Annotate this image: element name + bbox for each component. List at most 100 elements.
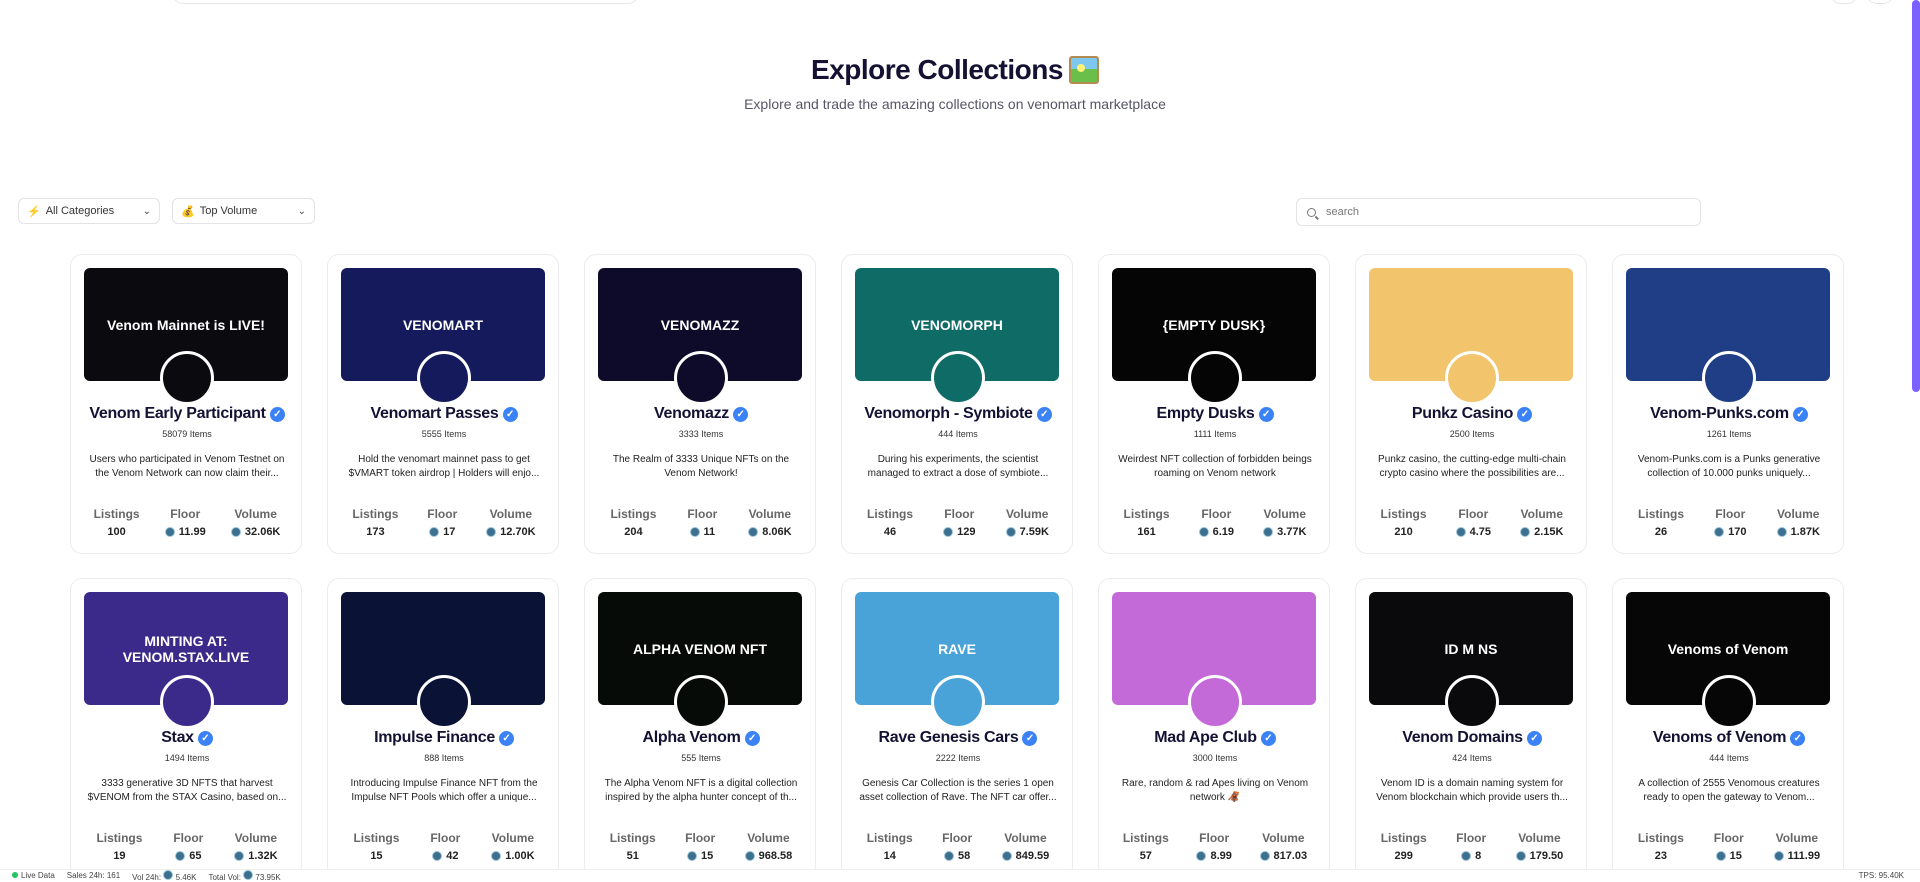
stat-floor: Floor 6.19 xyxy=(1198,507,1234,538)
collection-stats: Listings 26 Floor 170 Volume 1.87K xyxy=(1623,507,1835,538)
stat-floor: Floor 4.75 xyxy=(1455,507,1491,538)
stat-volume: Volume 817.03 xyxy=(1259,831,1307,862)
verified-badge-icon: ✓ xyxy=(1258,406,1274,422)
search-box[interactable] xyxy=(1296,198,1701,226)
collection-card[interactable]: Venom Mainnet is LIVE! Venom Early Parti… xyxy=(70,254,302,554)
collection-card[interactable]: Mad Ape Club ✓ 3000 Items Rare, random & … xyxy=(1098,578,1330,878)
collection-card[interactable]: VENOMAZZ Venomazz ✓ 3333 Items The Realm … xyxy=(584,254,816,554)
collection-name[interactable]: Rave Genesis Cars ✓ xyxy=(842,729,1074,747)
collection-card[interactable]: RAVE Rave Genesis Cars ✓ 2222 Items Genes… xyxy=(841,578,1073,878)
collection-description: Rare, random & rad Apes living on Venom … xyxy=(1121,778,1309,803)
banner-text: VENOMART xyxy=(402,316,484,333)
stat-volume: Volume 7.59K xyxy=(1005,507,1049,538)
collection-avatar xyxy=(417,675,471,729)
collection-name[interactable]: Venomazz ✓ xyxy=(585,405,817,423)
collection-description: Venom ID is a domain naming system for V… xyxy=(1376,778,1568,803)
collection-avatar xyxy=(1445,675,1499,729)
collection-card[interactable]: Venoms of Venom Venoms of Venom ✓ 444 Ite… xyxy=(1612,578,1844,878)
collection-card[interactable]: VENOMORPH Venomorph - Symbiote ✓ 444 Item… xyxy=(841,254,1073,554)
venom-coin-icon xyxy=(1196,851,1207,861)
banner-text: MINTING AT: VENOM.STAX.LIVE xyxy=(122,632,250,665)
scrollbar-thumb[interactable] xyxy=(1912,0,1920,392)
verified-badge-icon: ✓ xyxy=(197,730,213,746)
collection-name[interactable]: Mad Ape Club ✓ xyxy=(1099,729,1331,747)
verified-badge-icon: ✓ xyxy=(732,406,748,422)
stat-volume: Volume 32.06K xyxy=(230,507,280,538)
collection-stats: Listings 23 Floor 15 Volume 111.99 xyxy=(1623,831,1835,862)
collection-description: Venom-Punks.com is a Punks generative co… xyxy=(1637,454,1821,479)
stat-listings: Listings 57 xyxy=(1122,831,1169,862)
collection-item-count: 3333 Items xyxy=(678,429,724,439)
sales-24h: Sales 24h: 161 xyxy=(66,871,121,880)
category-select[interactable]: ⚡ All Categories ⌄ xyxy=(18,198,160,224)
search-input[interactable] xyxy=(1324,205,1688,219)
collection-description: Introducing Impulse Finance NFT from the… xyxy=(350,778,538,803)
stat-volume: Volume 179.50 xyxy=(1515,831,1563,862)
collection-name[interactable]: Venom Domains ✓ xyxy=(1356,729,1588,747)
filter-bar: ⚡ All Categories ⌄ 💰 Top Volume ⌄ xyxy=(18,198,315,224)
collection-name[interactable]: Empty Dusks ✓ xyxy=(1099,405,1331,423)
collection-description: The Alpha Venom NFT is a digital collect… xyxy=(604,778,798,803)
nav-button[interactable] xyxy=(1830,0,1858,4)
collection-name[interactable]: Venom Early Participant ✓ xyxy=(71,405,303,423)
venom-coin-icon xyxy=(687,851,698,861)
collection-card[interactable]: ID M NS Venom Domains ✓ 424 Items Venom I… xyxy=(1355,578,1587,878)
collection-card[interactable]: Venom-Punks.com ✓ 1261 Items Venom-Punks.… xyxy=(1612,254,1844,554)
stat-floor: Floor 11.99 xyxy=(164,507,206,538)
venom-coin-icon xyxy=(944,851,955,861)
collection-card[interactable]: MINTING AT: VENOM.STAX.LIVE Stax ✓ 1494 I… xyxy=(70,578,302,878)
nav-search-bar[interactable] xyxy=(172,0,639,4)
stat-volume: Volume 8.06K xyxy=(748,507,792,538)
venom-coin-icon xyxy=(744,851,755,861)
venom-coin-icon xyxy=(243,869,254,880)
collection-card[interactable]: Punkz Casino ✓ 2500 Items Punkz casino, t… xyxy=(1355,254,1587,554)
collection-stats: Listings 46 Floor 129 Volume 7.59K xyxy=(852,507,1064,538)
collection-name[interactable]: Venomart Passes ✓ xyxy=(328,405,560,423)
verified-badge-icon: ✓ xyxy=(269,406,285,422)
stat-listings: Listings 14 xyxy=(866,831,913,862)
venom-coin-icon xyxy=(1198,527,1209,537)
collections-grid: Venom Mainnet is LIVE! Venom Early Parti… xyxy=(70,254,1844,878)
verified-badge-icon: ✓ xyxy=(1526,730,1542,746)
venom-coin-icon xyxy=(164,527,175,537)
sort-select[interactable]: 💰 Top Volume ⌄ xyxy=(172,198,315,224)
collection-name[interactable]: Venomorph - Symbiote ✓ xyxy=(842,405,1074,423)
collection-item-count: 444 Items xyxy=(1709,753,1749,763)
collection-item-count: 444 Items xyxy=(938,429,978,439)
collection-name[interactable]: Punkz Casino ✓ xyxy=(1356,405,1588,423)
collection-avatar xyxy=(931,675,985,729)
verified-badge-icon: ✓ xyxy=(498,730,514,746)
collection-item-count: 555 Items xyxy=(681,753,721,763)
collection-name[interactable]: Alpha Venom ✓ xyxy=(585,729,817,747)
stat-floor: Floor 170 xyxy=(1714,507,1747,538)
venom-coin-icon xyxy=(1520,527,1531,537)
collection-name[interactable]: Venom-Punks.com ✓ xyxy=(1613,405,1845,423)
collection-avatar xyxy=(931,351,985,405)
banner-text: ID M NS xyxy=(1444,640,1498,657)
collection-card[interactable]: ALPHA VENOM NFT Alpha Venom ✓ 555 Items T… xyxy=(584,578,816,878)
collection-card[interactable]: {EMPTY DUSK} Empty Dusks ✓ 1111 Items Wei… xyxy=(1098,254,1330,554)
venom-coin-icon xyxy=(1515,851,1526,861)
collection-description: Genesis Car Collection is the series 1 o… xyxy=(859,778,1057,803)
nav-button[interactable] xyxy=(1866,0,1894,4)
banner-text: Venoms of Venom xyxy=(1667,640,1789,657)
stat-floor: Floor 129 xyxy=(943,507,976,538)
collection-card[interactable]: Impulse Finance ✓ 888 Items Introducing I… xyxy=(327,578,559,878)
collection-avatar xyxy=(417,351,471,405)
hero-section: Explore Collections Explore and trade th… xyxy=(0,54,1910,112)
collection-name[interactable]: Venoms of Venom ✓ xyxy=(1613,729,1845,747)
tps-readout: TPS: 95.40K xyxy=(1858,871,1904,880)
collection-name[interactable]: Impulse Finance ✓ xyxy=(328,729,560,747)
collection-stats: Listings 15 Floor 42 Volume 1.00K xyxy=(338,831,550,862)
collection-name[interactable]: Stax ✓ xyxy=(71,729,303,747)
stat-volume: Volume 1.32K xyxy=(234,831,278,862)
stat-volume: Volume 3.77K xyxy=(1263,507,1307,538)
venom-coin-icon xyxy=(689,527,700,537)
stat-floor: Floor 58 xyxy=(942,831,973,862)
collection-item-count: 2500 Items xyxy=(1449,429,1495,439)
collection-avatar xyxy=(160,351,214,405)
stat-listings: Listings 26 xyxy=(1638,507,1685,538)
collection-item-count: 1494 Items xyxy=(164,753,210,763)
venom-coin-icon xyxy=(163,869,174,880)
collection-card[interactable]: VENOMART Venomart Passes ✓ 5555 Items Hol… xyxy=(327,254,559,554)
